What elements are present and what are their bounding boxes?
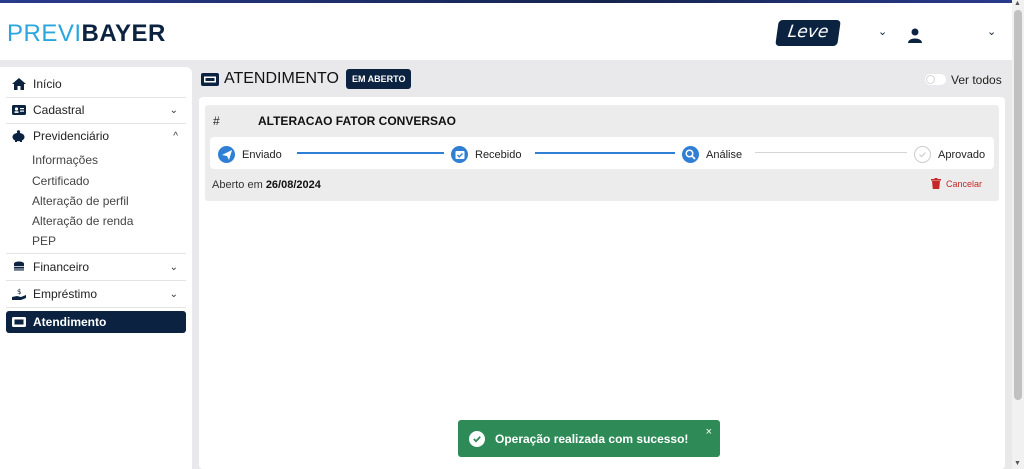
inbox-check-icon [451,146,468,163]
app-header: PREVIBAYER Leve ⌄ ⌄ [0,3,1012,60]
sidebar-subitem-alteracao-renda[interactable]: Alteração de renda [32,214,133,228]
user-icon[interactable] [907,27,923,43]
toggle-knob [926,75,935,84]
check-circle-icon [914,146,931,163]
sidebar-item-emprestimo[interactable]: $ Empréstimo ⌄ [6,283,186,305]
id-card-icon [12,105,26,115]
divider [6,253,186,254]
close-icon[interactable]: × [706,426,712,438]
sidebar-item-financeiro[interactable]: Financeiro ⌄ [6,256,186,278]
sidebar-subitem-alteracao-perfil[interactable]: Alteração de perfil [32,194,129,208]
step-connector [297,152,444,154]
step-enviado: Enviado [218,146,282,163]
step-label: Enviado [242,148,282,161]
sidebar-item-label: Início [33,77,62,91]
sidebar-subitem-informacoes[interactable]: Informações [32,153,98,167]
sidebar-item-previdenciario[interactable]: Previdenciário ^ [6,125,186,147]
scrollbar-thumb[interactable] [1014,10,1022,400]
step-label: Análise [706,148,743,161]
user-dropdown-chevron-icon[interactable]: ⌄ [987,25,996,38]
sidebar-item-atendimento[interactable]: Atendimento [6,311,186,333]
ver-todos-label[interactable]: Ver todos [951,73,1002,87]
sidebar-item-cadastral[interactable]: Cadastral ⌄ [6,99,186,121]
step-recebido: Recebido [451,146,521,163]
leve-dropdown-chevron-icon[interactable]: ⌄ [878,25,887,38]
check-circle-icon [469,430,485,447]
logo-previ: PREVI [7,20,82,47]
magnifier-icon [682,146,699,163]
page-title-row: ATENDIMENTO EM ABERTO [201,69,412,89]
sidebar-item-label: Financeiro [33,260,90,274]
previbayer-logo[interactable]: PREVIBAYER [7,20,166,48]
step-label: Recebido [475,148,522,161]
ver-todos-toggle[interactable] [925,74,946,85]
step-connector [755,152,907,153]
sidebar-item-inicio[interactable]: Início [6,73,186,95]
step-label: Aprovado [938,148,986,161]
ticket-title: ALTERACAO FATOR CONVERSAO [258,114,457,128]
ticket-hash: # [213,114,220,128]
sidebar-item-label: Previdenciário [33,129,110,143]
scroll-down-arrow-icon[interactable]: ▼ [1014,460,1021,467]
divider [6,280,186,281]
home-icon [12,78,26,90]
divider [6,123,186,124]
ticket-icon [12,317,26,327]
trash-icon [931,178,941,189]
toast-message: Operação realizada com sucesso! [495,431,689,446]
piggy-bank-icon [12,130,25,142]
opened-date: 26/08/2024 [265,179,321,191]
status-badge: EM ABERTO [345,69,412,89]
chevron-up-icon: ^ [173,131,178,142]
opened-prefix: Aberto em [212,179,263,191]
paper-plane-icon [218,146,235,163]
sidebar-item-label: Empréstimo [33,287,98,301]
step-connector [535,152,675,154]
hand-money-icon: $ [12,288,26,300]
chevron-down-icon: ⌄ [169,288,178,300]
logo-bayer: BAYER [81,20,166,47]
ticket-icon [201,72,219,86]
cancel-label: Cancelar [946,178,983,189]
success-toast: Operação realizada com sucesso! × [458,420,720,457]
step-analise: Análise [682,146,742,163]
scroll-up-arrow-icon[interactable]: ▲ [1014,0,1021,7]
divider [6,307,186,308]
step-aprovado: Aprovado [914,146,985,163]
sidebar-subitem-certificado[interactable]: Certificado [32,174,89,188]
page-title: ATENDIMENTO [224,70,339,87]
sidebar-subitem-pep[interactable]: PEP [32,234,56,248]
svg-text:$: $ [17,288,21,296]
divider [6,97,186,98]
cancel-button[interactable]: Cancelar [931,178,982,189]
coins-icon [14,261,24,271]
sidebar-item-label: Cadastral [33,103,85,117]
opened-date-text: Aberto em 26/08/2024 [212,179,321,191]
chevron-down-icon: ⌄ [169,104,178,116]
chevron-down-icon: ⌄ [169,261,178,273]
leve-logo: Leve [775,20,841,46]
sidebar-item-label: Atendimento [33,315,107,329]
